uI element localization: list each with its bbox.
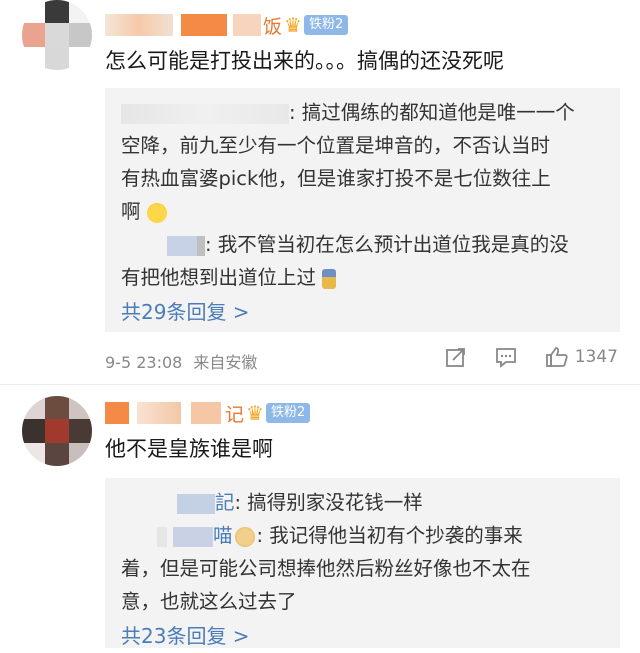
reply-author-partial: 喵: [213, 524, 233, 547]
dog-face-emoji: [234, 526, 255, 547]
reply-author-redacted: [197, 235, 205, 256]
reply-text: : 我记得他当初有个抄袭的事来: [256, 524, 523, 547]
comment-meta: 9-5 23:08 来自安徽: [105, 349, 257, 373]
reply-author-redacted: [167, 235, 197, 256]
share-icon: [445, 348, 465, 367]
reply-text: 有热血富婆pick他，但是谁家打投不是七位数往上: [121, 167, 551, 190]
crown-icon: ♛: [284, 13, 302, 37]
username-partial: 记: [225, 403, 245, 426]
username-row[interactable]: 饭 ♛ 铁粉2: [105, 10, 349, 40]
reply-text: : 我不管当初在怎么预计出道位我是真的没: [205, 233, 569, 256]
comment-actions: 1347: [417, 346, 618, 368]
thumbs-up-icon: [545, 347, 568, 367]
reply-1[interactable]: : 搞过偶练的都知道他是唯一一个: [121, 96, 606, 129]
reply-author-redacted: [173, 526, 213, 547]
reply-text-last: 啊: [121, 195, 606, 228]
crown-icon: ♛: [246, 401, 264, 425]
avatar[interactable]: [22, 0, 92, 70]
reply-author-partial: 記: [215, 491, 235, 514]
username-partial: 饭: [263, 15, 283, 38]
share-button[interactable]: [445, 346, 467, 368]
reply-text: 意，也就这么过去了: [121, 590, 297, 613]
reply-author-redacted: [157, 526, 167, 547]
reply-text-last: 有把他想到出道位上过: [121, 261, 606, 294]
username-redacted: [191, 402, 221, 424]
fan-badge[interactable]: 铁粉2: [265, 403, 311, 423]
fan-badge[interactable]: 铁粉2: [303, 15, 349, 35]
timestamp: 9-5 23:08: [105, 353, 183, 372]
more-replies-link[interactable]: 共23条回复 >: [121, 620, 606, 653]
reply-2[interactable]: 喵 : 我记得他当初有个抄袭的事来: [157, 519, 606, 552]
reply-2[interactable]: : 我不管当初在怎么预计出道位我是真的没: [167, 228, 606, 261]
divider: [0, 384, 640, 385]
username-redacted: [105, 402, 129, 424]
reply-author-redacted: [177, 493, 215, 514]
reply-box[interactable]: : 搞过偶练的都知道他是唯一一个 空降，前九至少有一个位置是坤音的，不否认当时 …: [105, 88, 620, 332]
username-redacted: [105, 14, 173, 36]
like-count: 1347: [574, 347, 618, 367]
username-redacted: [181, 14, 227, 36]
comment-text: 他不是皇族谁是啊: [105, 437, 273, 461]
reply-text: 着，但是可能公司想捧他然后粉丝好像也不太在: [121, 557, 531, 580]
reply-1[interactable]: 記: 搞得别家没花钱一样: [177, 486, 606, 519]
username-row[interactable]: 记 ♛ 铁粉2: [105, 398, 311, 428]
reply-text: 有把他想到出道位上过: [121, 266, 317, 289]
source-location: 来自安徽: [193, 353, 258, 372]
reply-author-redacted: [121, 103, 289, 124]
figure-emoji: [322, 268, 337, 289]
reply-box[interactable]: 記: 搞得别家没花钱一样 喵 : 我记得他当初有个抄袭的事来 着，但是可能公司想捧…: [105, 478, 620, 648]
like-button[interactable]: 1347: [545, 346, 618, 368]
reply-text: : 搞过偶练的都知道他是唯一一个: [289, 101, 575, 124]
username-redacted: [233, 14, 261, 36]
more-replies-link[interactable]: 共29条回复 >: [121, 296, 606, 329]
comment-button[interactable]: [495, 346, 517, 368]
comment-icon: [495, 348, 516, 368]
reply-text: 啊: [121, 200, 141, 223]
tired-face-emoji: [146, 202, 167, 223]
avatar[interactable]: [22, 396, 92, 466]
reply-text: : 搞得别家没花钱一样: [234, 491, 423, 514]
comment-text: 怎么可能是打投出来的。。。搞偶的还没死呢: [105, 49, 504, 73]
username-redacted: [137, 402, 181, 424]
reply-text: 空降，前九至少有一个位置是坤音的，不否认当时: [121, 134, 551, 157]
